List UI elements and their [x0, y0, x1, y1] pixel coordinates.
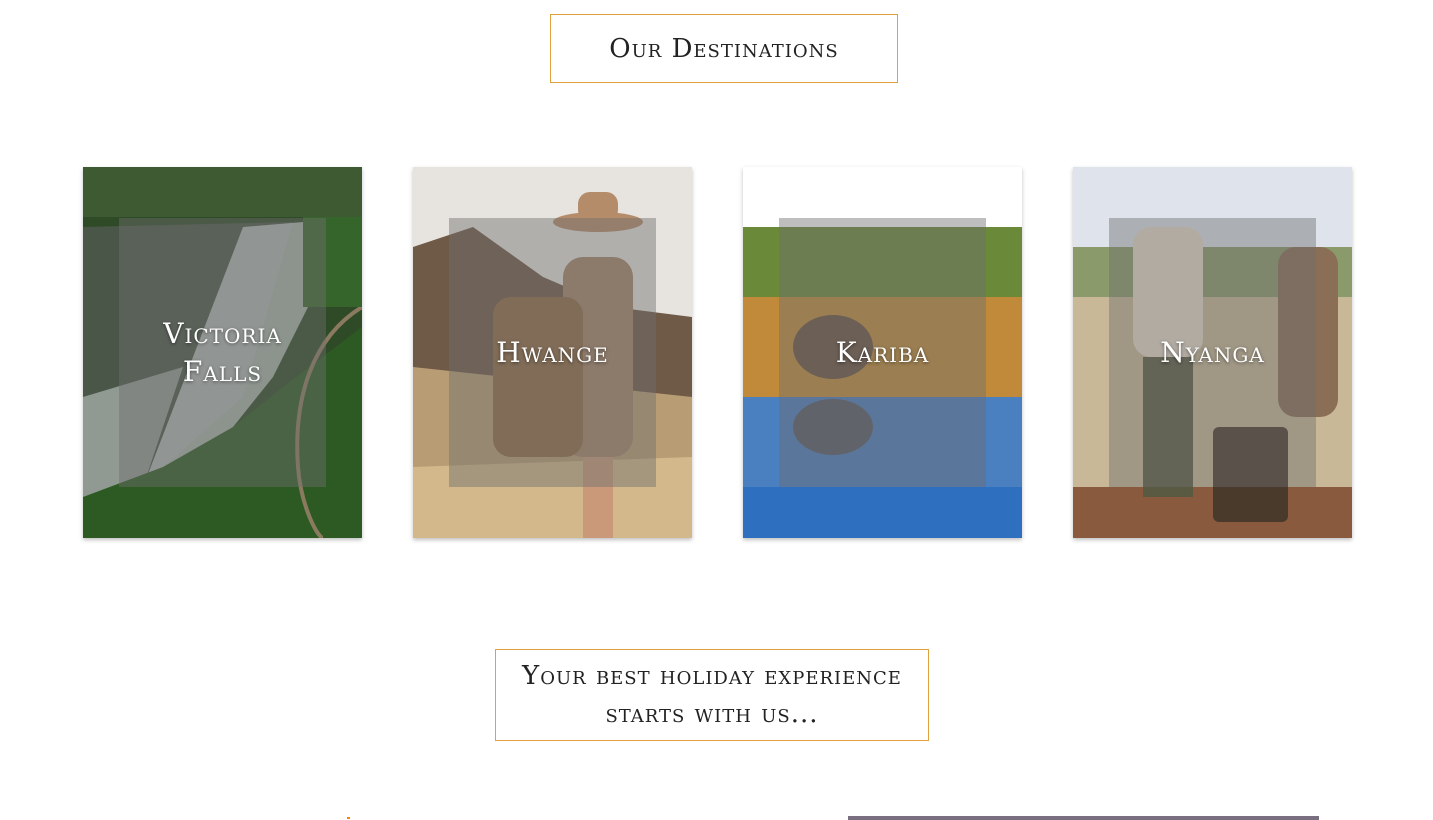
destination-label: Hwange	[496, 335, 609, 369]
destination-label: Nyanga	[1160, 335, 1265, 369]
destination-card-hwange[interactable]: Hwange	[413, 167, 692, 538]
tagline-text: Your best holiday experience starts with…	[522, 661, 902, 729]
destinations-heading-text: Our Destinations	[609, 33, 839, 64]
destination-label: Kariba	[835, 335, 930, 369]
tagline-box: Your best holiday experience starts with…	[495, 649, 929, 741]
destination-card-kariba[interactable]: Kariba	[743, 167, 1022, 538]
bottom-divider	[848, 816, 1319, 820]
accent-mark	[347, 817, 350, 819]
destinations-heading: Our Destinations	[550, 14, 898, 83]
destination-card-victoria-falls[interactable]: Victoria Falls	[83, 167, 362, 538]
destination-label: Victoria Falls	[163, 316, 282, 388]
destination-card-nyanga[interactable]: Nyanga	[1073, 167, 1352, 538]
